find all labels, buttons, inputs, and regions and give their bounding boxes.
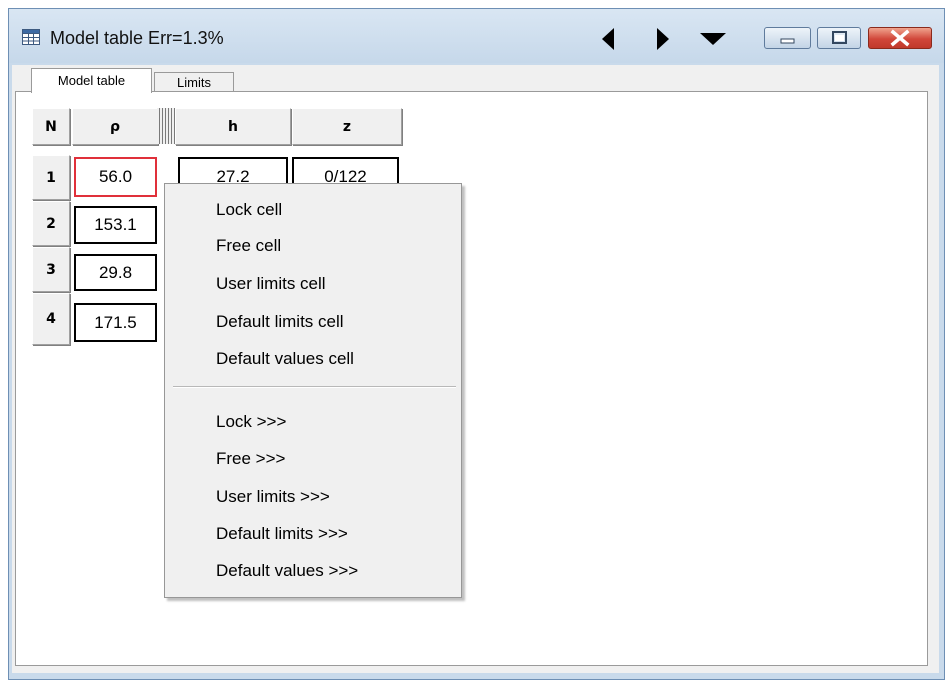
menu-item-default-values-all[interactable]: Default values >>>	[166, 556, 460, 586]
minimize-button[interactable]	[764, 27, 811, 49]
cell-rho-row-3[interactable]: 29.8	[74, 254, 157, 291]
context-menu: Lock cell Free cell User limits cell Def…	[164, 183, 462, 598]
tab-limits[interactable]: Limits	[154, 72, 234, 93]
triangle-down-icon	[700, 33, 726, 45]
menu-item-user-limits-cell[interactable]: User limits cell	[166, 269, 460, 299]
row-header[interactable]: 3	[32, 247, 70, 292]
previous-button[interactable]	[598, 27, 620, 51]
minimize-icon	[780, 38, 795, 44]
dropdown-button[interactable]	[696, 27, 730, 51]
menu-separator	[173, 386, 456, 388]
table-icon	[22, 29, 40, 45]
column-header-n[interactable]: N	[32, 108, 70, 145]
triangle-left-icon	[602, 28, 614, 50]
close-icon	[890, 29, 910, 47]
tab-model-table[interactable]: Model table	[31, 68, 152, 93]
row-header[interactable]: 4	[32, 293, 70, 345]
column-splitter[interactable]	[157, 108, 175, 144]
triangle-right-icon	[657, 28, 669, 50]
restore-button[interactable]	[817, 27, 861, 49]
column-header-rho[interactable]: ρ	[72, 108, 158, 145]
column-header-z[interactable]: z	[292, 108, 402, 145]
menu-item-default-limits-cell[interactable]: Default limits cell	[166, 307, 460, 337]
column-header-h[interactable]: h	[175, 108, 291, 145]
menu-item-default-limits-all[interactable]: Default limits >>>	[166, 519, 460, 549]
menu-item-free-cell[interactable]: Free cell	[166, 231, 460, 261]
menu-item-default-values-cell[interactable]: Default values cell	[166, 344, 460, 374]
row-header[interactable]: 1	[32, 155, 70, 200]
menu-item-free-all[interactable]: Free >>>	[166, 444, 460, 474]
menu-item-lock-all[interactable]: Lock >>>	[166, 407, 460, 437]
window-title: Model table Err=1.3%	[50, 28, 224, 48]
row-header[interactable]: 2	[32, 201, 70, 246]
restore-icon	[832, 31, 847, 44]
close-button[interactable]	[868, 27, 932, 49]
cell-rho-row-1[interactable]: 56.0	[74, 157, 157, 197]
cell-rho-row-4[interactable]: 171.5	[74, 303, 157, 342]
next-button[interactable]	[651, 27, 673, 51]
title-bar[interactable]: Model table Err=1.3%	[9, 9, 944, 63]
menu-item-user-limits-all[interactable]: User limits >>>	[166, 482, 460, 512]
tab-label: Limits	[177, 75, 211, 90]
menu-item-lock-cell[interactable]: Lock cell	[166, 195, 460, 225]
tab-label: Model table	[57, 73, 126, 88]
cell-rho-row-2[interactable]: 153.1	[74, 206, 157, 244]
